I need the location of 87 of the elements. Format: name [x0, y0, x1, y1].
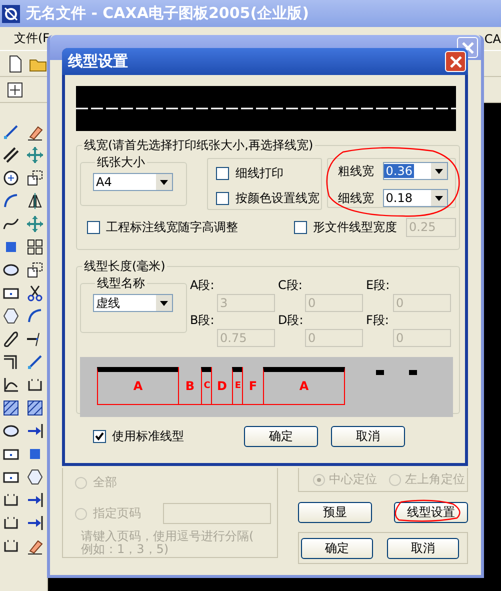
app-icon	[2, 4, 20, 22]
dimension-segment: A	[263, 367, 345, 405]
mirror-icon[interactable]	[26, 192, 44, 210]
caret-icon	[160, 180, 168, 184]
menu-item[interactable]: CA	[484, 32, 501, 46]
frame-icon[interactable]	[6, 80, 24, 98]
checkbox[interactable]	[294, 221, 307, 234]
caret-icon	[434, 196, 443, 200]
checkbox[interactable]	[93, 430, 106, 443]
checkbox[interactable]	[216, 167, 230, 180]
dimension-segment: E	[232, 367, 243, 405]
group-label: 线宽(请首先选择打印纸张大小,再选择线宽)	[83, 137, 314, 154]
window-title: 无名文件 - CAXA电子图板2005(企业版)	[26, 4, 309, 23]
radio-label: 全部	[93, 474, 117, 491]
arrow-icon[interactable]	[26, 514, 44, 532]
line-icon[interactable]	[26, 353, 44, 371]
dropdown[interactable]: 虚线	[93, 294, 173, 312]
radio-label: 指定页码	[93, 505, 141, 522]
dash-mark	[376, 370, 384, 375]
parallel-lines-icon[interactable]	[2, 146, 20, 164]
hint-text: 请键入页码，使用逗号进行分隔( 例如：1，3，5)	[81, 530, 255, 556]
scissors-icon[interactable]	[26, 284, 44, 302]
close-icon	[450, 56, 462, 68]
dimension-segment: C	[201, 367, 212, 405]
corner-icon[interactable]	[2, 353, 20, 371]
polygon-icon[interactable]	[26, 468, 44, 486]
line-icon[interactable]	[2, 123, 20, 141]
dialog-title: 线型设置	[68, 52, 128, 71]
group-label: 线型长度(毫米)	[83, 258, 166, 275]
bracket-icon[interactable]	[2, 491, 20, 509]
radio-label: 中心定位	[329, 471, 377, 488]
field-label: 粗线宽	[338, 162, 374, 180]
checkbox-label: 细线打印	[235, 165, 284, 182]
scale-icon[interactable]	[26, 261, 44, 279]
field-label: D段:	[278, 312, 304, 329]
dialog-button[interactable]: 确定	[301, 538, 373, 558]
graph-icon[interactable]	[2, 376, 20, 394]
slot-icon[interactable]	[2, 330, 20, 348]
arc-icon[interactable]	[26, 307, 44, 325]
dialog-button[interactable]: 取消	[331, 426, 405, 447]
menu-item[interactable]: 文件(F	[14, 30, 50, 47]
dimension-segment: B	[178, 367, 202, 405]
dialog-button[interactable]: 线型设置	[394, 502, 468, 523]
field-label: F段:	[366, 312, 390, 329]
dash-mark	[409, 370, 417, 375]
bracket-icon[interactable]	[2, 514, 20, 532]
move-icon[interactable]	[26, 146, 44, 164]
arrow-icon[interactable]	[26, 491, 44, 509]
dimension-segment: A	[97, 367, 179, 405]
dimension-segment: F	[242, 367, 264, 405]
dialog-button[interactable]: 确定	[244, 426, 318, 447]
bracket-icon[interactable]	[26, 376, 44, 394]
dialog-button[interactable]: 预显	[298, 502, 372, 523]
checkbox-label: 工程标注线宽随字高调整	[106, 219, 238, 236]
checkbox[interactable]	[216, 192, 230, 205]
dropdown[interactable]: 0.18	[382, 189, 448, 207]
close-button[interactable]	[445, 51, 466, 72]
grid-icon[interactable]	[26, 238, 44, 256]
page-field[interactable]	[163, 503, 271, 524]
arc-icon[interactable]	[2, 192, 20, 210]
scale-icon[interactable]	[26, 169, 44, 187]
checkbox-label: 按颜色设置线宽	[235, 190, 320, 207]
checkbox-label: 使用标准线型	[112, 428, 184, 445]
dimension-segment: D	[211, 367, 233, 405]
field-label: C段:	[278, 277, 304, 294]
field-label: 细线宽	[338, 190, 374, 206]
dropdown[interactable]: 0.36	[382, 162, 448, 180]
hatch-icon[interactable]	[2, 399, 20, 417]
caret-icon	[160, 300, 168, 306]
group-label: 纸张大小	[96, 154, 146, 171]
circle-icon[interactable]	[2, 169, 20, 187]
checkbox[interactable]	[87, 221, 100, 234]
hatch-icon[interactable]	[26, 399, 44, 417]
dropdown[interactable]: A4	[93, 173, 173, 191]
radio-label: 左上角定位	[405, 471, 465, 488]
field-label: A段:	[190, 277, 216, 294]
field-label: E段:	[366, 277, 391, 294]
bracket-icon[interactable]	[2, 537, 20, 555]
checkbox-label: 形文件线型宽度	[313, 219, 397, 236]
caret-icon	[434, 168, 443, 174]
arrow-icon[interactable]	[26, 422, 44, 440]
group-label: 线型名称	[96, 275, 146, 292]
polygon-icon[interactable]	[2, 307, 20, 325]
dialog-button[interactable]: 取消	[387, 538, 459, 558]
field-label: B段:	[190, 312, 216, 329]
move-icon[interactable]	[26, 215, 44, 233]
close-icon	[462, 42, 474, 54]
